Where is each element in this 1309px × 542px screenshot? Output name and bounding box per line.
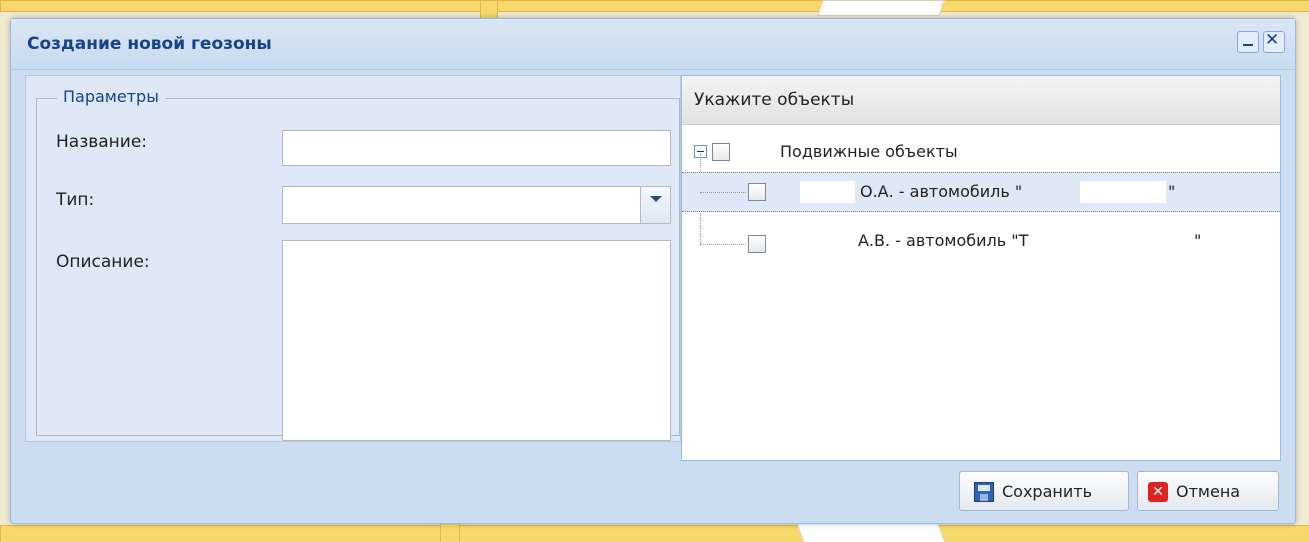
- parameters-legend: Параметры: [57, 87, 165, 106]
- redacted-area: [800, 181, 855, 203]
- redacted-area: [1080, 181, 1166, 203]
- root-checkbox[interactable]: [712, 143, 730, 161]
- vehicle-1-checkbox[interactable]: [748, 183, 766, 201]
- save-button-label: Сохранить: [1002, 482, 1092, 501]
- tree-node-vehicle-1[interactable]: О.А. - автомобиль " ": [682, 172, 1280, 212]
- redacted-area: [1082, 230, 1194, 252]
- cross-icon: ✕: [1148, 482, 1168, 502]
- vehicle-2-checkbox[interactable]: [748, 235, 766, 253]
- type-label: Тип:: [56, 190, 95, 210]
- chevron-down-icon[interactable]: [640, 187, 670, 223]
- vehicle-1-label: О.А. - автомобиль ": [860, 182, 1023, 201]
- create-geozone-window: Создание новой геозоны ✕ Параметры Назва…: [10, 18, 1296, 524]
- minimize-icon[interactable]: [1237, 31, 1259, 53]
- vehicle-1-suffix: ": [1168, 182, 1176, 201]
- save-button[interactable]: Сохранить: [959, 471, 1129, 511]
- tree-node-root[interactable]: Подвижные объекты: [682, 132, 1280, 172]
- root-label: Подвижные объекты: [780, 142, 958, 161]
- cancel-button-label: Отмена: [1176, 482, 1241, 501]
- vehicle-2-label: А.В. - автомобиль "Т: [858, 231, 1029, 250]
- cancel-button[interactable]: ✕ Отмена: [1137, 471, 1279, 511]
- objects-tree-header: Укажите объекты: [682, 76, 1280, 125]
- type-combobox[interactable]: [282, 186, 671, 224]
- floppy-disk-icon: [974, 482, 994, 502]
- window-header: Создание новой геозоны ✕: [11, 19, 1295, 70]
- name-input[interactable]: [282, 130, 671, 166]
- objects-tree-title: Укажите объекты: [694, 90, 855, 110]
- close-icon[interactable]: ✕: [1263, 30, 1285, 53]
- tree-node-vehicle-2[interactable]: А.В. - автомобиль "Т ": [682, 214, 1280, 254]
- description-label: Описание:: [56, 252, 150, 272]
- vehicle-2-suffix: ": [1194, 231, 1202, 250]
- redacted-area: [804, 230, 854, 252]
- window-title: Создание новой геозоны: [27, 34, 272, 54]
- name-label: Название:: [56, 132, 148, 152]
- objects-tree-panel: Укажите объекты Подвижные объекты О.А. -…: [681, 75, 1281, 461]
- parameters-panel: Параметры Название: Тип: Описание:: [25, 75, 681, 442]
- description-textarea[interactable]: [282, 240, 671, 441]
